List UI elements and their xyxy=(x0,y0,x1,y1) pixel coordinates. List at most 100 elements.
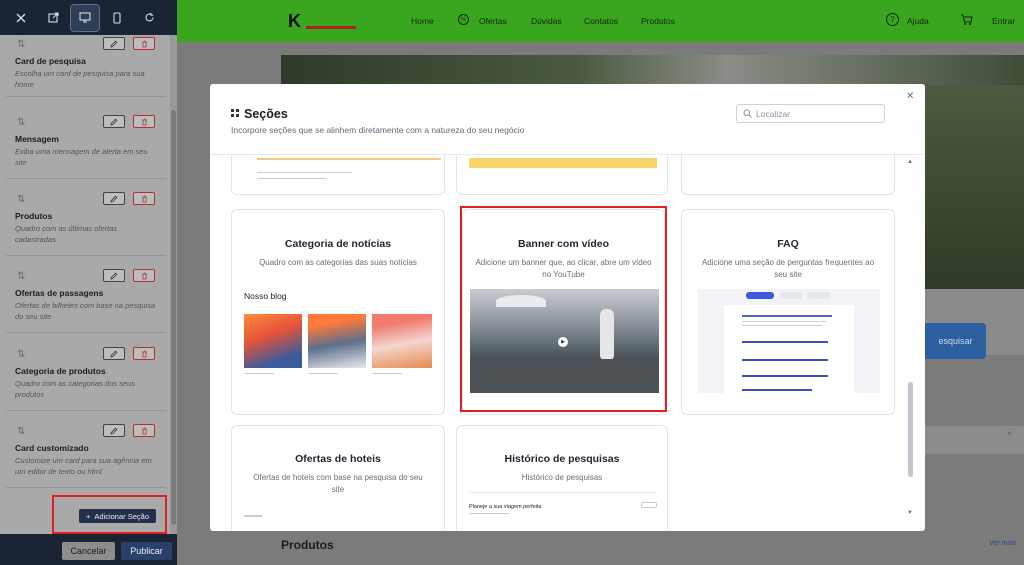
delete-button[interactable] xyxy=(133,115,155,128)
modal-subtitle: Incorpore seções que se alinhem diretame… xyxy=(231,125,525,135)
modal-title: Seções xyxy=(244,107,288,121)
edit-icon xyxy=(110,350,118,358)
section-card-partial[interactable] xyxy=(681,155,895,195)
blog-image xyxy=(308,314,366,368)
scroll-up-icon[interactable]: ▲ xyxy=(907,159,913,165)
trash-icon xyxy=(141,40,147,47)
external-link-icon[interactable] xyxy=(38,4,68,32)
card-description: Ofertas de hoteis com base na pesquisa d… xyxy=(253,473,423,494)
section-description: Exiba uma mensagem de alerta em seu site xyxy=(15,147,148,167)
card-thumbnail: Nosso blog xyxy=(244,289,432,393)
drag-handle-icon[interactable]: ⇅ xyxy=(17,39,25,50)
section-card-partial[interactable] xyxy=(456,155,668,195)
nav-link-home[interactable]: Home xyxy=(411,16,434,26)
close-icon[interactable] xyxy=(6,4,36,32)
drag-handle-icon[interactable]: ⇅ xyxy=(17,426,25,437)
hero-image xyxy=(281,55,1024,85)
edit-icon xyxy=(110,427,118,435)
section-name: Ofertas de passagens xyxy=(15,288,104,298)
sections-grid: Categoria de notícias Quadro com as cate… xyxy=(210,154,925,531)
sections-modal: Seções Incorpore seções que se alinhem d… xyxy=(210,84,925,531)
desktop-icon[interactable] xyxy=(70,3,100,32)
section-name: Mensagem xyxy=(15,134,59,144)
cart-icon[interactable] xyxy=(960,13,973,31)
section-name: Produtos xyxy=(15,211,53,221)
delete-button[interactable] xyxy=(133,424,155,437)
card-title: Ofertas de hoteis xyxy=(295,453,381,465)
edit-icon xyxy=(110,118,118,126)
grid-icon xyxy=(231,109,239,117)
edit-button[interactable] xyxy=(103,115,125,128)
help-link[interactable]: Ajuda xyxy=(907,16,929,26)
trash-icon xyxy=(141,427,147,434)
card-description: Adicione uma seção de perguntas frequent… xyxy=(701,258,875,279)
close-icon[interactable]: × xyxy=(1007,429,1012,438)
card-title: Histórico de pesquisas xyxy=(504,453,620,465)
edit-button[interactable] xyxy=(103,269,125,282)
section-card-historico-pesquisas[interactable]: Histórico de pesquisas Histórico de pesq… xyxy=(456,425,668,531)
see-more-link[interactable]: Ver mais xyxy=(989,540,1016,547)
site-navbar: K Home % Ofertas Dúvidas Contatos Produt… xyxy=(177,0,1024,42)
drag-handle-icon[interactable]: ⇅ xyxy=(17,194,25,205)
section-card-faq[interactable]: FAQ Adicione uma seção de perguntas freq… xyxy=(681,209,895,415)
site-logo[interactable]: K xyxy=(288,11,301,32)
mobile-icon[interactable] xyxy=(102,4,132,32)
search-button[interactable]: esquisar xyxy=(925,323,986,359)
nav-link-contatos[interactable]: Contatos xyxy=(584,16,618,26)
delete-button[interactable] xyxy=(133,347,155,360)
delete-button[interactable] xyxy=(133,269,155,282)
edit-button[interactable] xyxy=(103,347,125,360)
refresh-icon[interactable] xyxy=(134,4,164,32)
section-card-partial[interactable] xyxy=(231,155,445,195)
list-item: ⇅ Categoria de produtos Quadro com as ca… xyxy=(6,345,166,411)
scroll-down-icon[interactable]: ▼ xyxy=(907,510,913,516)
publish-button[interactable]: Publicar xyxy=(121,542,172,560)
trash-icon xyxy=(141,195,147,202)
edit-button[interactable] xyxy=(103,37,125,50)
trash-icon xyxy=(141,272,147,279)
trash-icon xyxy=(141,118,147,125)
card-title: Categoria de notícias xyxy=(284,238,392,250)
card-thumbnail xyxy=(698,289,880,393)
sidebar-toolbar xyxy=(0,0,177,35)
list-item: ⇅ Produtos Quadro com as últimas ofertas… xyxy=(6,190,166,256)
sections-list: ⇅ Card de pesquisa Escolha um card de pe… xyxy=(0,35,170,534)
section-card-categoria-noticias[interactable]: Categoria de notícias Quadro com as cate… xyxy=(231,209,445,415)
nav-link-ofertas[interactable]: Ofertas xyxy=(479,16,507,26)
hero-image-side xyxy=(925,85,1024,289)
add-section-button[interactable]: + Adicionar Seção xyxy=(79,509,156,523)
login-link[interactable]: Entrar xyxy=(992,16,1015,26)
section-description: Escolha um card de pesquisa para sua hom… xyxy=(15,69,145,89)
drag-handle-icon[interactable]: ⇅ xyxy=(17,349,25,360)
close-icon[interactable]: ✕ xyxy=(906,91,914,102)
nav-link-duvidas[interactable]: Dúvidas xyxy=(531,16,562,26)
search-input[interactable] xyxy=(756,107,876,120)
delete-button[interactable] xyxy=(133,192,155,205)
sidebar-scroll-thumb[interactable] xyxy=(171,110,176,525)
section-card-ofertas-hoteis[interactable]: Ofertas de hoteis Ofertas de hoteis com … xyxy=(231,425,445,531)
card-thumbnail: Planeje a sua viagem perfeita xyxy=(469,492,657,531)
search-icon xyxy=(743,109,752,118)
list-item: ⇅ Mensagem Exiba uma mensagem de alerta … xyxy=(6,113,166,179)
drag-handle-icon[interactable]: ⇅ xyxy=(17,271,25,282)
drag-handle-icon[interactable]: ⇅ xyxy=(17,117,25,128)
logo-tagline-graphic xyxy=(306,26,356,29)
nav-link-produtos[interactable]: Produtos xyxy=(641,16,675,26)
list-item: ⇅ Card customizado Customize um card par… xyxy=(6,422,166,488)
cancel-button[interactable]: Cancelar xyxy=(62,542,115,560)
delete-button[interactable] xyxy=(133,37,155,50)
edit-icon xyxy=(110,195,118,203)
modal-search xyxy=(736,104,885,123)
modal-scroll-thumb[interactable] xyxy=(908,382,913,477)
trash-icon xyxy=(141,350,147,357)
section-description: Customize um card para sua agência em um… xyxy=(15,456,152,476)
edit-button[interactable] xyxy=(103,424,125,437)
selected-card-highlight xyxy=(460,206,667,412)
edit-button[interactable] xyxy=(103,192,125,205)
section-name: Categoria de produtos xyxy=(15,366,106,376)
section-name: Card customizado xyxy=(15,443,89,453)
add-section-label: Adicionar Seção xyxy=(94,511,149,521)
section-description: Ofertas de bilhetes com base na pesquisa… xyxy=(15,301,156,321)
list-item: ⇅ Ofertas de passagens Ofertas de bilhet… xyxy=(6,267,166,333)
thumbnail-heading: Planeje a sua viagem perfeita xyxy=(469,504,542,510)
